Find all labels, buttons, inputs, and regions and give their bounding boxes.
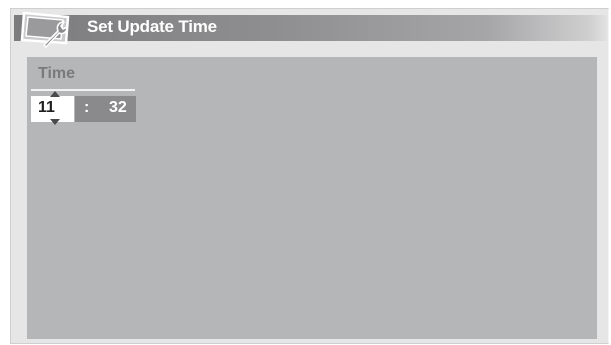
hour-value[interactable]: 11 xyxy=(38,99,55,117)
caret-down-icon[interactable] xyxy=(50,119,60,125)
label-divider xyxy=(31,89,135,91)
caret-up-icon[interactable] xyxy=(50,91,60,97)
minute-value[interactable]: 32 xyxy=(109,99,127,117)
tv-wrench-icon xyxy=(20,11,70,48)
dialog-title: Set Update Time xyxy=(87,17,217,36)
time-label: Time xyxy=(38,65,76,82)
time-separator: : xyxy=(84,99,90,116)
